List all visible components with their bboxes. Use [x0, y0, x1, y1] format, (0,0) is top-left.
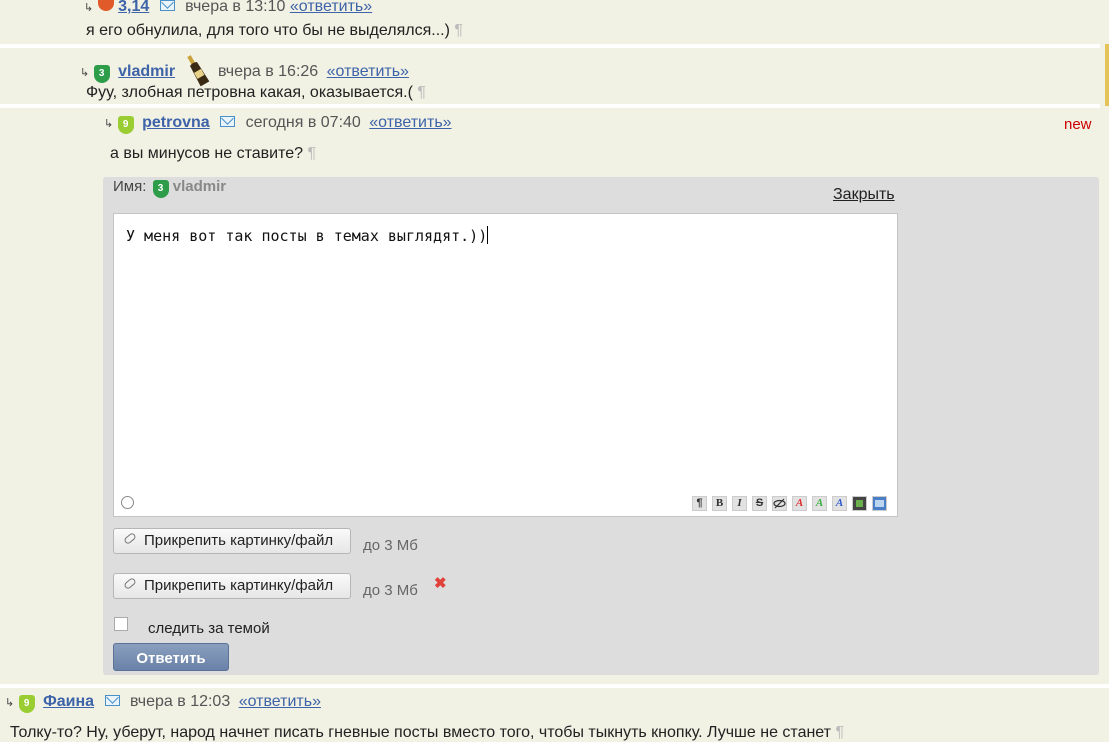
paperclip-icon [123, 531, 137, 546]
comment-author-link[interactable]: petrovna [142, 114, 210, 131]
reply-textarea[interactable]: У меня вот так посты в темах выглядят.))… [113, 213, 898, 517]
reply-link[interactable]: «ответить» [239, 693, 321, 710]
attach-file-button[interactable]: Прикрепить картинку/файл [113, 528, 351, 554]
comment-author-link[interactable]: 3,14 [118, 0, 149, 15]
permalink-icon[interactable]: ¶ [454, 22, 463, 39]
text-color-blue-icon[interactable]: A [832, 496, 847, 511]
formatting-toolbar: ¶ B I S A A A [692, 496, 888, 511]
comment-time: вчера в 13:10 [185, 0, 286, 15]
attach-file-button[interactable]: Прикрепить картинку/файл [113, 573, 351, 599]
comment-time: сегодня в 07:40 [245, 114, 361, 131]
comment-separator [0, 684, 1109, 688]
paperclip-icon [123, 576, 137, 591]
comment-header: ↳ 3 vladmir вчера в 16:26 «ответить» [80, 52, 409, 88]
text-color-green-icon[interactable]: A [812, 496, 827, 511]
user-badge-icon: 3 [152, 180, 169, 198]
user-badge-icon: 3 [93, 65, 110, 83]
textarea-content: У меня вот так посты в темах выглядят.)) [126, 226, 489, 245]
reply-link[interactable]: «ответить» [327, 63, 409, 80]
follow-topic-label: следить за темой [148, 620, 270, 637]
user-badge-icon: 9 [18, 695, 35, 713]
comment-text: Фуу, злобная петровна какая, оказывается… [86, 84, 413, 101]
mail-icon[interactable] [104, 695, 120, 706]
user-badge-icon: 9 [117, 116, 134, 134]
reply-arrow-icon: ↳ [80, 67, 90, 79]
smiley-icon[interactable] [121, 496, 134, 509]
mail-icon[interactable] [159, 0, 175, 11]
name-label: Имя: [113, 178, 147, 195]
comment-text: Толку-то? Ну, уберут, народ начнет писат… [10, 724, 831, 741]
champagne-bottle-icon [186, 55, 209, 87]
comment-body: Толку-то? Ну, уберут, народ начнет писат… [10, 724, 844, 742]
comment-separator [0, 104, 1100, 108]
reply-author-name: vladmir [172, 178, 227, 195]
attach-size-limit: до 3 Мб [363, 582, 418, 599]
comment-text: а вы минусов не ставите? [110, 145, 304, 162]
spoiler-icon[interactable] [772, 496, 787, 511]
mail-icon[interactable] [220, 116, 236, 127]
comment-author-link[interactable]: vladmir [118, 63, 175, 80]
reply-arrow-icon: ↳ [84, 2, 94, 14]
new-badge: new [1064, 116, 1092, 133]
user-badge-icon [97, 0, 114, 11]
comment-time: вчера в 12:03 [129, 693, 231, 710]
permalink-icon[interactable]: ¶ [835, 724, 844, 741]
reply-author: Имя: 3 vladmir [113, 178, 226, 198]
permalink-icon[interactable]: ¶ [307, 145, 316, 162]
permalink-icon[interactable]: ¶ [417, 84, 426, 101]
comment-header: ↳ 9 Фаина вчера в 12:03 «ответить» [5, 693, 321, 713]
submit-reply-button[interactable]: Ответить [113, 643, 229, 671]
bold-icon[interactable]: B [712, 496, 727, 511]
text-caret [487, 226, 489, 244]
comment-header: ↳ 3,14 вчера в 13:10 «ответить» [84, 0, 372, 16]
video-icon[interactable] [852, 496, 867, 511]
image-icon[interactable] [872, 496, 887, 511]
comment-header: ↳ 9 petrovna сегодня в 07:40 «ответить» [104, 114, 452, 134]
comment-body: Фуу, злобная петровна какая, оказывается… [86, 84, 426, 102]
text-color-red-icon[interactable]: A [792, 496, 807, 511]
attach-size-limit: до 3 Мб [363, 537, 418, 554]
reply-arrow-icon: ↳ [104, 118, 114, 130]
strikethrough-icon[interactable]: S [752, 496, 767, 511]
paragraph-icon[interactable]: ¶ [692, 496, 707, 511]
reply-link[interactable]: «ответить» [290, 0, 372, 15]
highlight-bar [1105, 44, 1109, 106]
italic-icon[interactable]: I [732, 496, 747, 511]
close-form-link[interactable]: Закрыть [833, 186, 895, 204]
attach-file-label: Прикрепить картинку/файл [144, 577, 334, 594]
comment-body: а вы минусов не ставите? ¶ [110, 145, 316, 163]
reply-link[interactable]: «ответить» [369, 114, 451, 131]
attach-file-label: Прикрепить картинку/файл [144, 532, 334, 549]
textarea-value: У меня вот так посты в темах выглядят.)) [126, 227, 488, 245]
follow-topic-checkbox[interactable] [114, 617, 128, 631]
comment-body: я его обнулила, для того что бы не выдел… [86, 22, 463, 40]
comment-time: вчера в 16:26 [217, 63, 319, 80]
reply-arrow-icon: ↳ [5, 697, 15, 709]
comment-text: я его обнулила, для того что бы не выдел… [86, 22, 450, 39]
comment-author-link[interactable]: Фаина [43, 693, 94, 710]
comment-separator [0, 44, 1100, 48]
remove-attachment-icon[interactable]: ✖ [434, 574, 447, 592]
